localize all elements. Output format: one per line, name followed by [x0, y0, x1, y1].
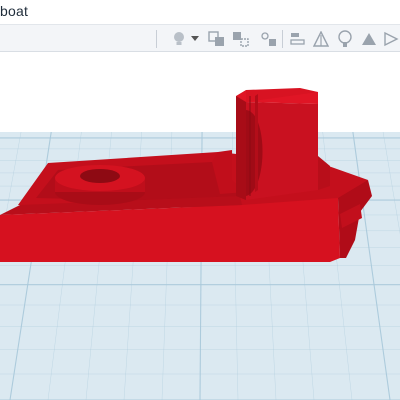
design-title[interactable]: boat: [0, 3, 28, 19]
lightbulb-icon[interactable]: [168, 28, 190, 50]
paint-icon[interactable]: [358, 28, 380, 50]
title-bar: boat: [0, 0, 400, 24]
toolbar-divider: [156, 30, 157, 48]
flip-icon[interactable]: [380, 28, 400, 50]
3d-viewport[interactable]: [0, 52, 400, 400]
workplane-icon[interactable]: [287, 28, 309, 50]
ungroup-icon[interactable]: [230, 28, 252, 50]
boat-model[interactable]: [0, 88, 372, 262]
dropdown-arrow-icon[interactable]: [188, 28, 202, 50]
toolbar-divider: [282, 30, 283, 48]
mirror-icon[interactable]: [334, 28, 356, 50]
align-icon[interactable]: [310, 28, 332, 50]
ungroup-shapes-icon[interactable]: [258, 28, 280, 50]
group-icon[interactable]: [206, 28, 228, 50]
toolbar: [0, 24, 400, 52]
tower: [236, 88, 318, 200]
ring-cylinder: [55, 165, 145, 205]
scene-canvas: [0, 88, 400, 400]
